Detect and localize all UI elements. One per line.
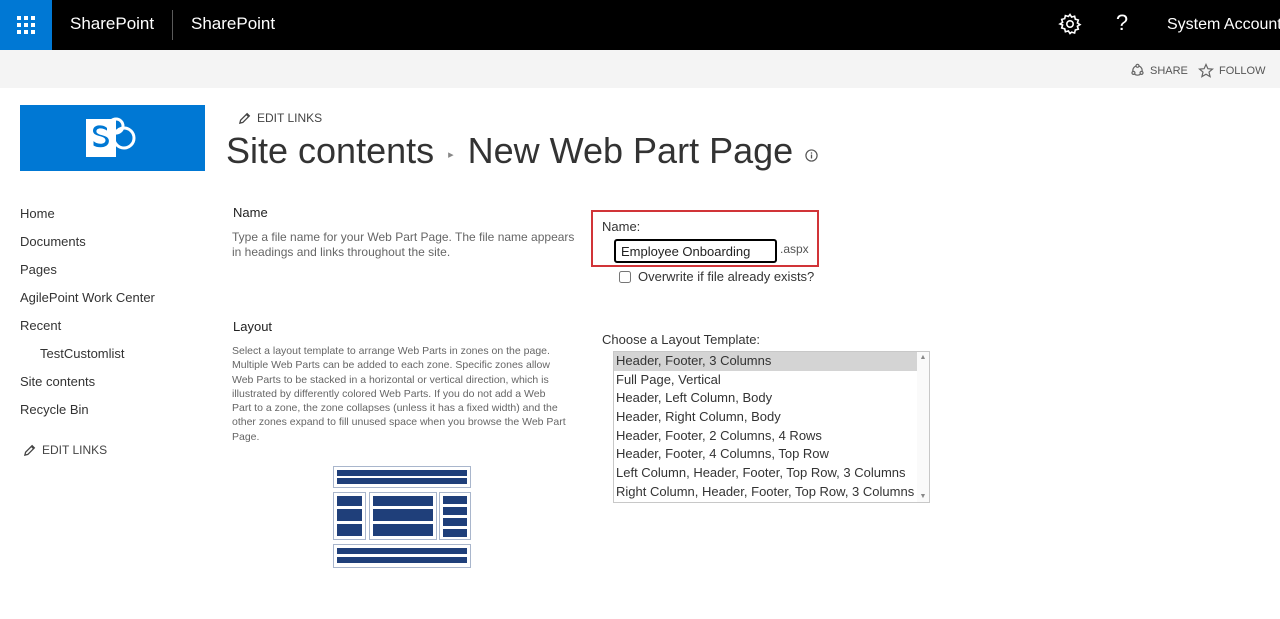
layout-section-description: Select a layout template to arrange Web … — [232, 345, 566, 443]
nav-item-agilepoint-work-center[interactable]: AgilePoint Work Center — [20, 288, 210, 316]
layout-option[interactable]: Header, Footer, 4 Columns, Top Row — [614, 445, 918, 464]
share-label: SHARE — [1150, 64, 1188, 77]
layout-template-label: Choose a Layout Template: — [602, 332, 761, 347]
name-field-label: Name: — [602, 219, 641, 234]
site-logo[interactable] — [20, 105, 205, 171]
suite-divider — [172, 10, 173, 40]
help-icon[interactable]: ? — [1113, 10, 1131, 36]
breadcrumb-site-contents[interactable]: Site contents — [226, 130, 434, 172]
edit-links-label: EDIT LINKS — [257, 111, 323, 125]
info-icon[interactable] — [805, 148, 818, 162]
gear-icon[interactable] — [1058, 12, 1082, 36]
follow-label: FOLLOW — [1219, 65, 1266, 77]
nav-item-home[interactable]: Home — [20, 204, 210, 232]
layout-option[interactable]: Header, Footer, 3 Columns — [614, 352, 918, 371]
overwrite-label: Overwrite if file already exists? — [638, 269, 815, 284]
layout-preview-image — [333, 466, 471, 568]
suite-bar: SharePoint SharePoint ? System Account — [0, 0, 1280, 50]
layout-section-heading: Layout — [233, 319, 273, 334]
pencil-icon — [23, 444, 36, 456]
layout-option[interactable]: Left Column, Header, Footer, Top Row, 3 … — [614, 464, 918, 483]
layout-option[interactable]: Full Page, Vertical — [614, 371, 918, 390]
page-title: Site contents ▸ New Web Part Page — [226, 130, 818, 172]
edit-links-nav-label: EDIT LINKS — [42, 443, 108, 457]
share-button[interactable]: SHARE — [1130, 63, 1188, 78]
nav-item-recycle-bin[interactable]: Recycle Bin — [20, 400, 210, 428]
scroll-down-icon[interactable]: ▼ — [919, 493, 927, 500]
edit-links-top[interactable]: EDIT LINKS — [238, 111, 322, 125]
suite-site-link[interactable]: SharePoint — [191, 14, 275, 34]
file-name-input[interactable] — [614, 239, 777, 263]
nav-item-site-contents[interactable]: Site contents — [20, 372, 210, 400]
nav-item-pages[interactable]: Pages — [20, 260, 210, 288]
account-menu[interactable]: System Account — [1167, 16, 1280, 34]
scroll-up-icon[interactable]: ▲ — [919, 354, 927, 361]
action-bar: SHARE FOLLOW — [0, 50, 1280, 88]
sharepoint-logo-icon — [85, 117, 135, 157]
suite-brand-link[interactable]: SharePoint — [70, 14, 154, 34]
layout-option[interactable]: Header, Right Column, Body — [614, 408, 918, 427]
layout-option[interactable]: Right Column, Header, Footer, Top Row, 3… — [614, 483, 918, 502]
left-navigation: Home Documents Pages AgilePoint Work Cen… — [20, 204, 210, 428]
nav-item-recent[interactable]: Recent — [20, 316, 210, 344]
app-launcher-button[interactable] — [0, 0, 52, 50]
file-extension-label: .aspx — [780, 242, 809, 256]
layout-option[interactable]: Header, Footer, 2 Columns, 4 Rows — [614, 427, 918, 446]
listbox-scrollbar[interactable]: ▲ ▼ — [917, 352, 929, 502]
star-icon — [1198, 63, 1214, 78]
edit-links-nav[interactable]: EDIT LINKS — [23, 443, 107, 457]
nav-item-documents[interactable]: Documents — [20, 232, 210, 260]
layout-option[interactable]: Header, Left Column, Body — [614, 389, 918, 408]
breadcrumb-current: New Web Part Page — [467, 130, 794, 171]
overwrite-checkbox[interactable] — [619, 270, 631, 283]
pencil-icon — [238, 112, 251, 124]
breadcrumb-separator-icon: ▸ — [448, 148, 454, 161]
follow-button[interactable]: FOLLOW — [1198, 63, 1265, 79]
layout-template-listbox[interactable]: Header, Footer, 3 Columns Full Page, Ver… — [613, 351, 930, 503]
overwrite-option[interactable]: Overwrite if file already exists? — [619, 269, 814, 284]
waffle-icon — [17, 16, 35, 34]
name-section-heading: Name — [233, 205, 268, 220]
share-icon — [1131, 63, 1144, 76]
nav-item-testcustomlist[interactable]: TestCustomlist — [20, 344, 210, 372]
name-section-description: Type a file name for your Web Part Page.… — [232, 230, 575, 259]
